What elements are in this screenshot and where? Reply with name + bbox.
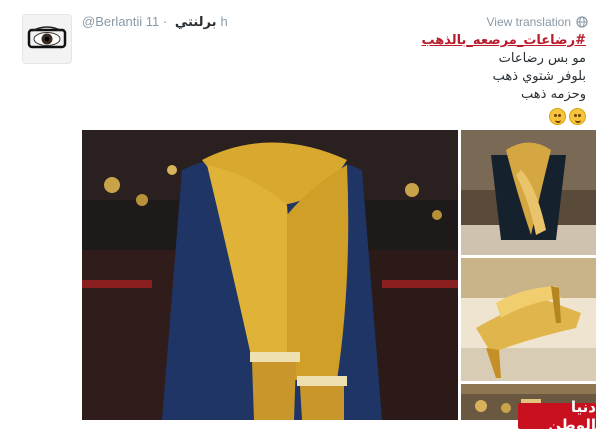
user-avatar[interactable]	[22, 14, 72, 64]
gold-heels-image	[461, 258, 596, 381]
tweet-line: بلوفر شتوي ذهب	[492, 69, 586, 84]
user-display-name[interactable]: برلنتي	[175, 14, 217, 29]
gold-dress-image	[461, 130, 596, 255]
globe-icon	[576, 16, 588, 28]
emoji-row	[226, 108, 586, 125]
view-translation-label: View translation	[486, 15, 572, 29]
time-separator: ·	[162, 14, 168, 29]
watermark-logo: دنيا الوطن	[518, 398, 596, 434]
tweet-header: @Berlantii برلنتي · 11h	[82, 13, 228, 31]
tweet-media	[82, 130, 596, 420]
user-handle[interactable]: @Berlantii	[82, 14, 142, 29]
tweet-line: وحزمه ذهب	[521, 87, 586, 102]
smiling-face-emoji	[549, 108, 566, 125]
gold-scarf-photo[interactable]	[82, 130, 458, 420]
gold-heels-photo[interactable]	[461, 258, 596, 381]
gold-scarf-image	[82, 130, 458, 420]
avatar-eye-glasses-image	[23, 15, 71, 63]
gold-dress-photo[interactable]	[461, 130, 596, 255]
view-translation-link[interactable]: View translation	[487, 13, 589, 31]
thinking-face-emoji	[569, 108, 586, 125]
hashtag-link[interactable]: #رضاعات_مرصعه_بالذهب	[422, 33, 587, 48]
tweet-line: مو بس رضاعات	[498, 51, 586, 66]
tweet-card: @Berlantii برلنتي · 11h View translation…	[0, 0, 600, 434]
tweet-text: #رضاعات_مرصعه_بالذهب مو بس رضاعات بلوفر …	[226, 32, 586, 125]
